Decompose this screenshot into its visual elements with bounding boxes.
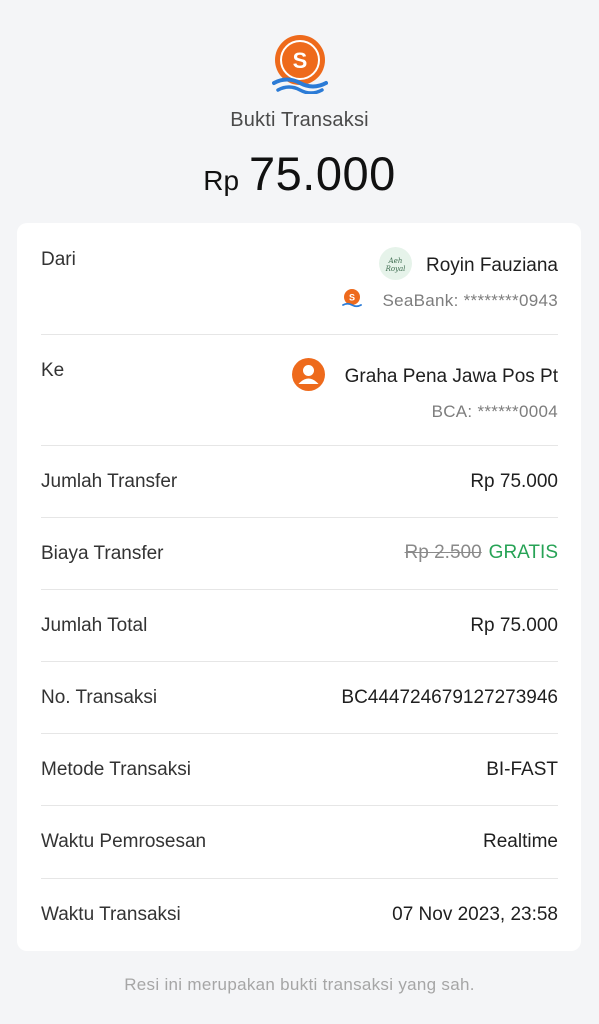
amount-currency: Rp [203,165,240,196]
transaction-time-label: Waktu Transaksi [41,904,181,925]
transfer-fee-value: Rp 2.500 GRATIS [405,542,558,564]
seabank-small-icon: S [342,289,362,308]
detail-row-to: Ke Graha Pena Jawa Pos Pt BCA: ******000… [41,334,558,446]
total-amount-label: Jumlah Total [41,615,148,636]
amount-value: 75.000 [249,147,396,200]
seabank-logo-icon: S [272,35,328,94]
method-label: Metode Transaksi [41,759,191,780]
detail-row-from: Dari Aeh Royal Royin Fauziana S SeaBank:… [41,223,558,335]
transaction-amount: Rp 75.000 [0,146,599,201]
sender-account: SeaBank: ********0943 [382,291,558,310]
detail-row-method: Metode Transaksi BI-FAST [41,733,558,806]
recipient-name: Graha Pena Jawa Pos Pt [344,366,558,387]
processing-time-label: Waktu Pemrosesan [41,831,207,852]
transaction-no-label: No. Transaksi [41,687,158,708]
transfer-fee-free-badge: GRATIS [488,542,558,563]
detail-row-transaction-time: Waktu Transaksi 07 Nov 2023, 23:58 [41,878,558,951]
transaction-no-value: BC444724679127273946 [341,687,558,708]
sender-avatar: Aeh Royal [379,247,412,280]
detail-row-transfer-amount: Jumlah Transfer Rp 75.000 [41,445,558,518]
processing-time-value: Realtime [483,831,558,852]
method-value: BI-FAST [486,759,558,780]
total-amount-value: Rp 75.000 [470,615,558,636]
detail-row-transfer-fee: Biaya Transfer Rp 2.500 GRATIS [41,517,558,590]
transfer-fee-original: Rp 2.500 [404,542,482,563]
sender-name: Royin Fauziana [425,255,558,276]
sender-avatar-text: Aeh Royal [385,257,406,273]
recipient-account: BCA: ******0004 [431,402,558,421]
svg-text:S: S [349,293,355,303]
detail-row-processing-time: Waktu Pemrosesan Realtime [41,805,558,879]
transfer-fee-label: Biaya Transfer [41,543,164,564]
transaction-details-card: Dari Aeh Royal Royin Fauziana S SeaBank:… [17,223,581,951]
transfer-amount-value: Rp 75.000 [470,471,558,492]
person-icon [298,365,319,384]
detail-row-transaction-no: No. Transaksi BC444724679127273946 [41,661,558,734]
to-label: Ke [41,360,65,381]
from-label: Dari [41,249,76,270]
detail-row-total-amount: Jumlah Total Rp 75.000 [41,589,558,662]
receipt-validity-note: Resi ini merupakan bukti transaksi yang … [124,975,475,994]
receipt-header: S Bukti Transaksi Rp 75.000 [0,0,599,222]
transfer-amount-label: Jumlah Transfer [41,471,178,492]
transaction-time-value: 07 Nov 2023, 23:58 [392,904,558,925]
svg-text:S: S [293,48,308,73]
recipient-avatar [292,358,325,391]
page-title: Bukti Transaksi [230,109,369,131]
